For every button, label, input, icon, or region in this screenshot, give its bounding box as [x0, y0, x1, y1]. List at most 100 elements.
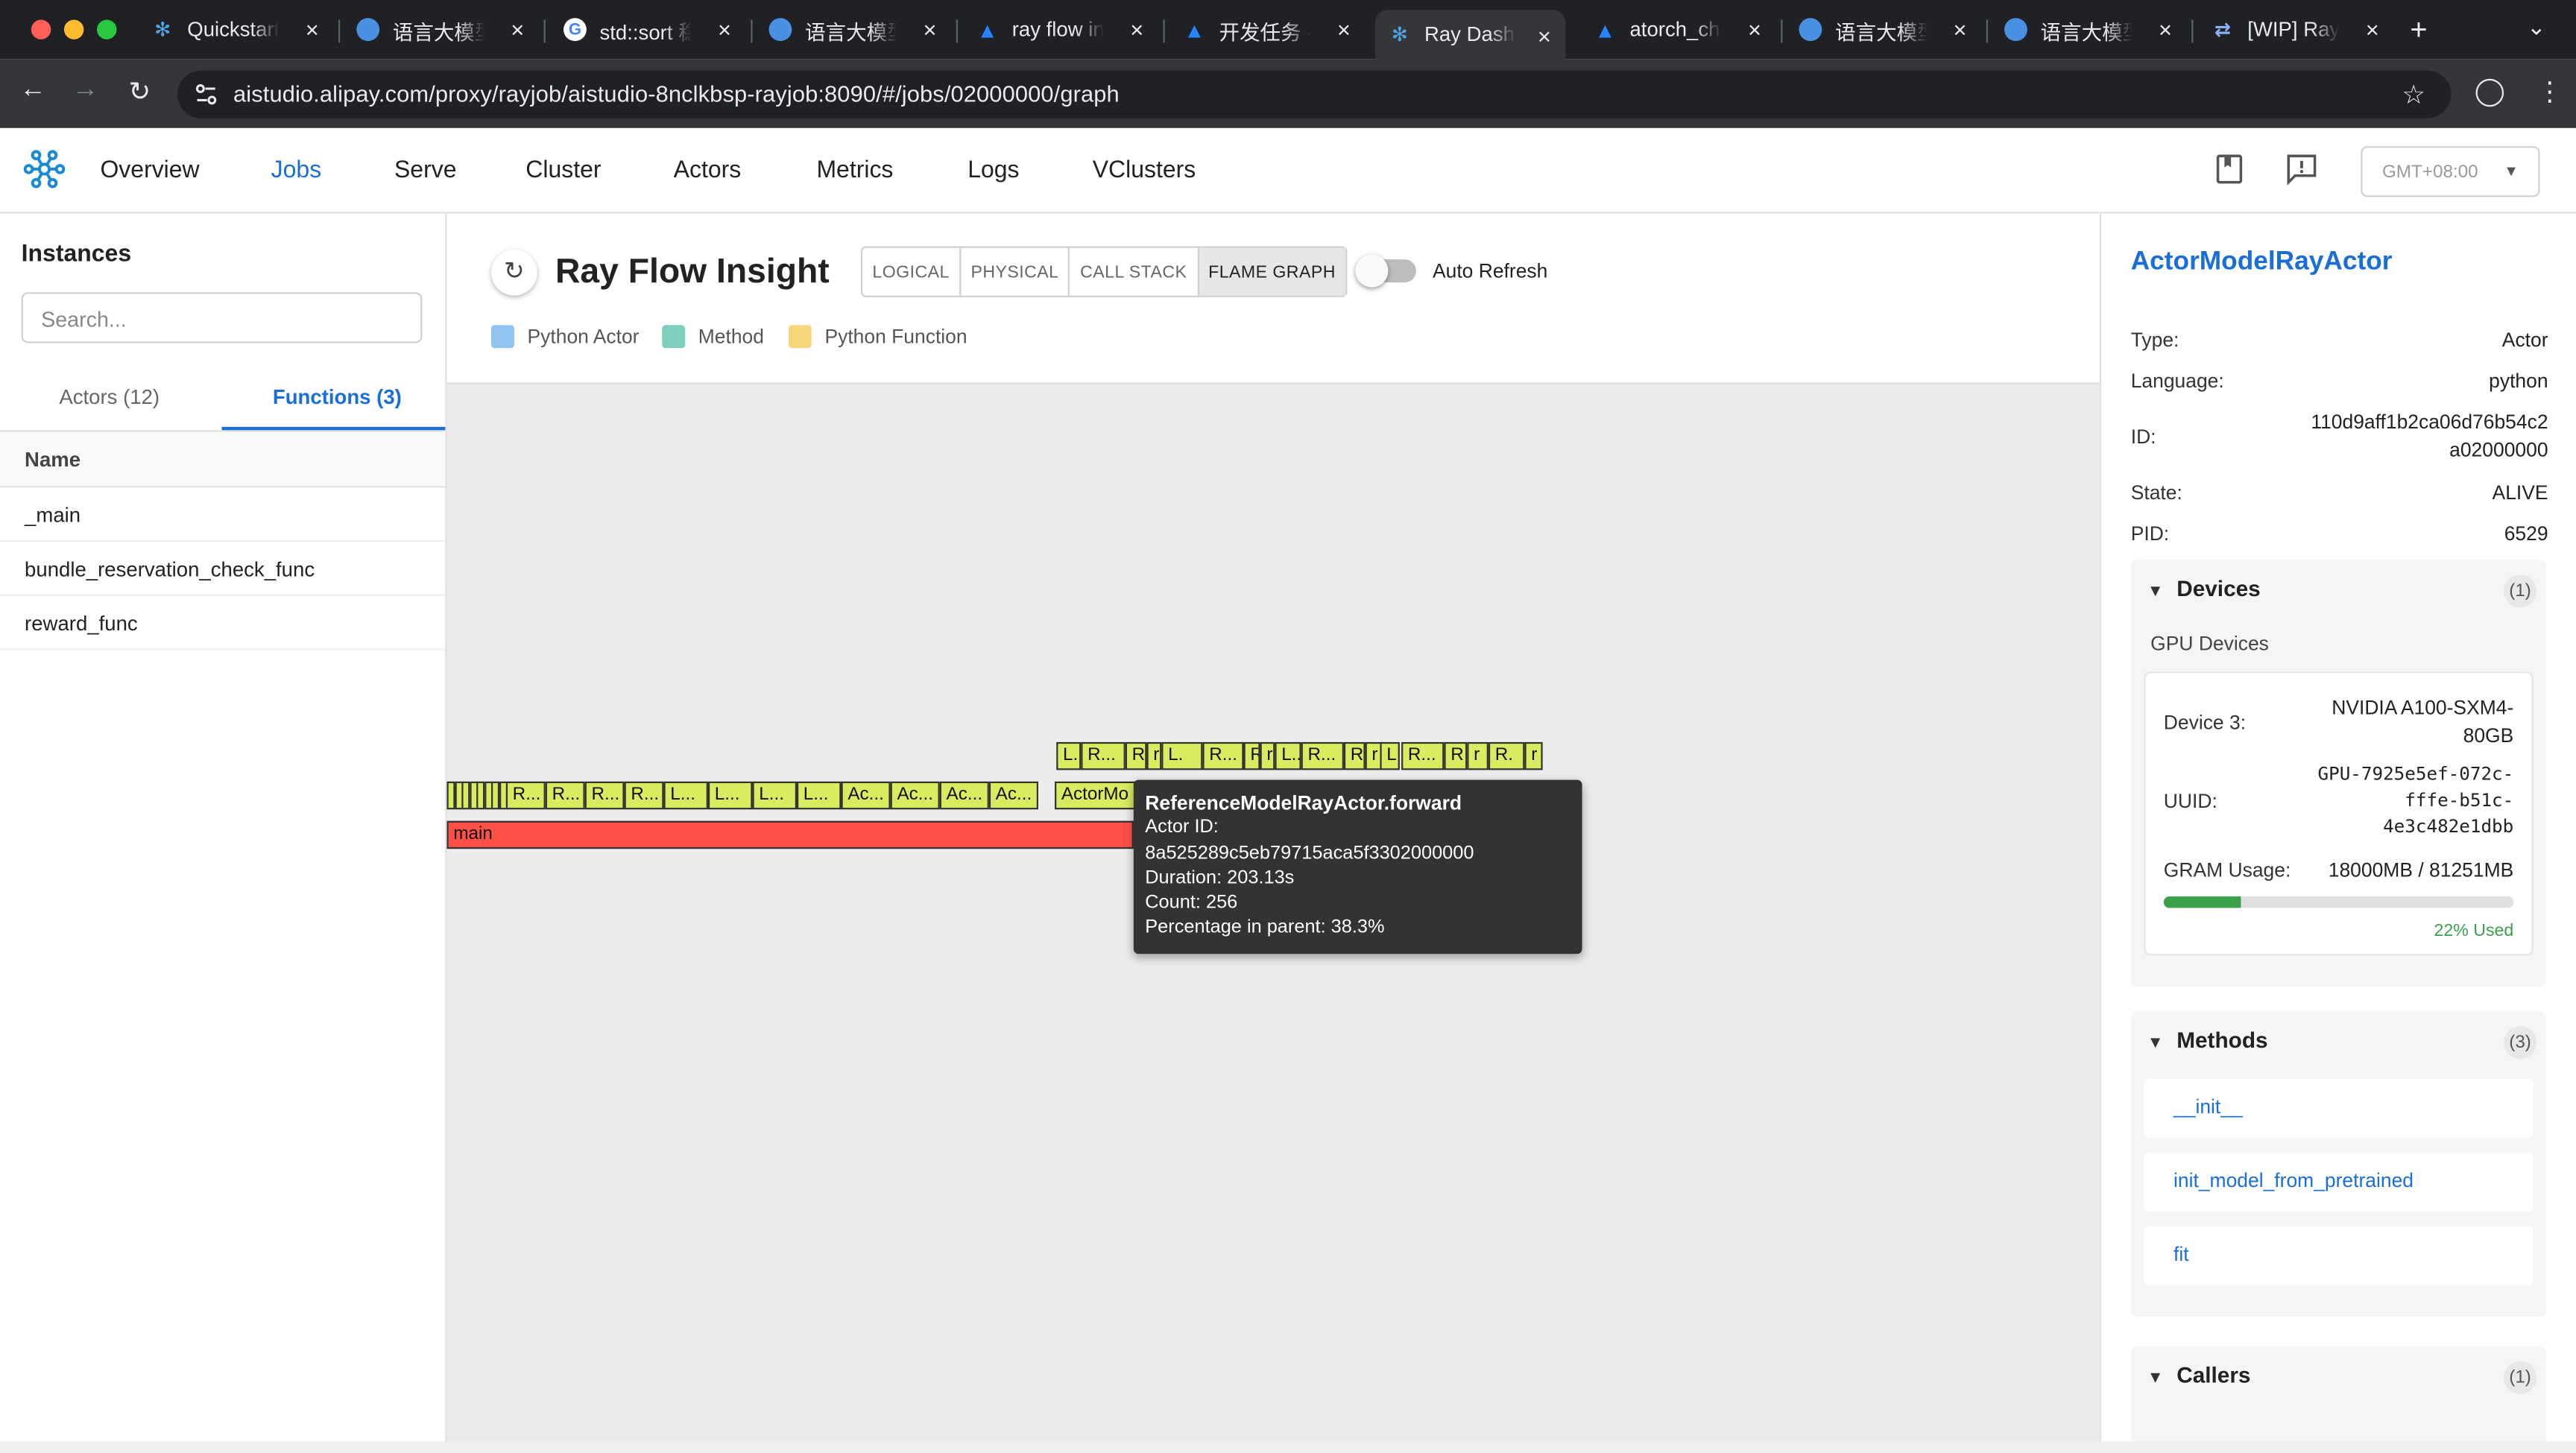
flame-frame[interactable]: L.	[1056, 741, 1082, 770]
close-tab-icon[interactable]: ×	[506, 16, 529, 42]
bookmark-star-icon[interactable]: ☆	[2402, 79, 2425, 112]
browser-tab[interactable]: ✻ Ray Dashbo ×	[1374, 10, 1566, 60]
close-tab-icon[interactable]: ×	[2154, 16, 2177, 42]
reload-button[interactable]: ↻	[121, 75, 157, 108]
horizontal-scrollbar[interactable]	[0, 1441, 2576, 1453]
flame-frame[interactable]: ActorMo	[1055, 781, 1137, 810]
collapse-triangle-icon[interactable]: ▼	[2147, 1034, 2164, 1052]
close-tab-icon[interactable]: ×	[1743, 16, 1767, 42]
flame-frame[interactable]: R...	[1202, 741, 1244, 770]
close-tab-icon[interactable]: ×	[1532, 23, 1556, 49]
methods-header[interactable]: ▼ Methods	[2147, 1028, 2268, 1052]
column-header-name[interactable]: Name	[0, 431, 446, 488]
function-row[interactable]: _main	[0, 487, 446, 542]
feedback-icon[interactable]	[2285, 153, 2318, 186]
nav-vclusters[interactable]: VClusters	[1093, 158, 1196, 184]
new-tab-button[interactable]: +	[2410, 13, 2427, 48]
flame-frame[interactable]: R.	[1488, 741, 1525, 770]
flame-frame[interactable]: L...	[663, 781, 708, 810]
tab-search-icon[interactable]: ⌄	[2527, 13, 2546, 41]
instances-search-input[interactable]: Search...	[21, 292, 423, 344]
browser-tab[interactable]: 语言大模型实 ×	[356, 10, 528, 49]
view-logical-button[interactable]: LOGICAL	[862, 247, 962, 296]
browser-tab[interactable]: ▲ 开发任务 - A ×	[1183, 10, 1355, 49]
flame-frame[interactable]: r	[1524, 741, 1543, 770]
flame-frame[interactable]: r	[1260, 741, 1275, 770]
collapse-triangle-icon[interactable]: ▼	[2147, 583, 2164, 601]
close-tab-icon[interactable]: ×	[300, 16, 323, 42]
flame-frame[interactable]: R	[1444, 741, 1468, 770]
url-text[interactable]: aistudio.alipay.com/proxy/rayjob/aistudi…	[233, 80, 1120, 107]
flame-frame[interactable]: R...	[1301, 741, 1344, 770]
callers-header[interactable]: ▼ Callers	[2147, 1363, 2251, 1387]
refresh-button[interactable]: ↻	[491, 249, 537, 296]
flame-frame[interactable]: Ac...	[890, 781, 940, 810]
browser-menu-icon[interactable]: ⋮	[2536, 75, 2563, 108]
close-tab-icon[interactable]: ×	[1333, 16, 1356, 42]
view-flame-graph-button[interactable]: FLAME GRAPH	[1198, 247, 1346, 296]
flame-frame[interactable]: L...	[796, 781, 842, 810]
close-tab-icon[interactable]: ×	[918, 16, 941, 42]
browser-tab[interactable]: 语言大模型实 ×	[1799, 10, 1971, 49]
nav-actors[interactable]: Actors	[674, 158, 742, 184]
omnibox[interactable]: aistudio.alipay.com/proxy/rayjob/aistudi…	[177, 70, 2452, 118]
maximize-window-button[interactable]	[97, 19, 117, 39]
browser-tab[interactable]: ▲ ray flow insi ×	[976, 10, 1148, 49]
flame-frame[interactable]: Ac...	[988, 781, 1038, 810]
function-row[interactable]: reward_func	[0, 596, 446, 650]
devices-header[interactable]: ▼ Devices	[2147, 576, 2261, 601]
method-link[interactable]: __init__	[2144, 1078, 2534, 1138]
nav-serve[interactable]: Serve	[394, 158, 457, 184]
flame-frame[interactable]: Ac...	[939, 781, 989, 810]
tab-actors[interactable]: Actors (12)	[59, 386, 160, 409]
site-settings-icon[interactable]	[194, 82, 218, 107]
nav-cluster[interactable]: Cluster	[525, 158, 601, 184]
close-tab-icon[interactable]: ×	[713, 16, 736, 42]
flame-frame[interactable]: L...	[1380, 741, 1400, 770]
flame-frame[interactable]: L.	[1161, 741, 1203, 770]
tab-functions[interactable]: Functions (3)	[273, 386, 402, 409]
timezone-select[interactable]: GMT+08:00 ▼	[2361, 146, 2540, 197]
view-physical-button[interactable]: PHYSICAL	[961, 247, 1070, 296]
close-window-button[interactable]	[31, 19, 51, 39]
flame-frame[interactable]: R...	[584, 781, 625, 810]
method-link[interactable]: init_model_from_pretrained	[2144, 1152, 2534, 1212]
flame-frame[interactable]: L...	[707, 781, 753, 810]
flame-frame[interactable]: R	[1125, 741, 1147, 770]
flame-frame[interactable]: R	[1243, 741, 1260, 770]
nav-overview[interactable]: Overview	[100, 158, 199, 184]
profile-icon[interactable]	[2475, 78, 2504, 107]
flame-frame[interactable]: R...	[545, 781, 585, 810]
flame-frame[interactable]: R...	[624, 781, 664, 810]
nav-metrics[interactable]: Metrics	[816, 158, 893, 184]
docs-book-icon[interactable]	[2213, 153, 2246, 186]
close-tab-icon[interactable]: ×	[1126, 16, 1149, 42]
flame-frame[interactable]: r	[1146, 741, 1162, 770]
view-call-stack-button[interactable]: CALL STACK	[1070, 247, 1199, 296]
flame-frame[interactable]: R...	[1081, 741, 1126, 770]
collapse-triangle-icon[interactable]: ▼	[2147, 1370, 2164, 1387]
close-tab-icon[interactable]: ×	[1948, 16, 1972, 42]
browser-tab[interactable]: ✻ Quickstart - ×	[151, 10, 323, 49]
nav-logs[interactable]: Logs	[967, 158, 1019, 184]
flame-frame[interactable]: r	[1467, 741, 1489, 770]
ray-logo-icon[interactable]	[23, 148, 66, 198]
flame-frame[interactable]: R	[1343, 741, 1366, 770]
flame-frame-main[interactable]: main	[446, 820, 1134, 849]
forward-button[interactable]: →	[67, 75, 103, 105]
browser-tab[interactable]: 语言大模型实 ×	[768, 10, 941, 49]
method-link[interactable]: fit	[2144, 1226, 2534, 1286]
flame-frame[interactable]: Ac...	[841, 781, 891, 810]
flame-frame[interactable]: R...	[505, 781, 546, 810]
flame-frame[interactable]: R...	[1401, 741, 1445, 770]
close-tab-icon[interactable]: ×	[2361, 16, 2384, 42]
auto-refresh-toggle[interactable]	[1355, 254, 1416, 288]
browser-tab[interactable]: ⇄ [WIP] Ray F ×	[2212, 10, 2384, 49]
function-row[interactable]: bundle_reservation_check_func	[0, 542, 446, 596]
flame-frame[interactable]: L...	[1275, 741, 1301, 770]
minimize-window-button[interactable]	[63, 19, 84, 39]
browser-tab[interactable]: 语言大模型实 ×	[2004, 10, 2176, 49]
flame-frame[interactable]: L...	[752, 781, 797, 810]
back-button[interactable]: ←	[15, 75, 51, 105]
browser-tab[interactable]: ▲ atorch_chat ×	[1594, 10, 1766, 49]
